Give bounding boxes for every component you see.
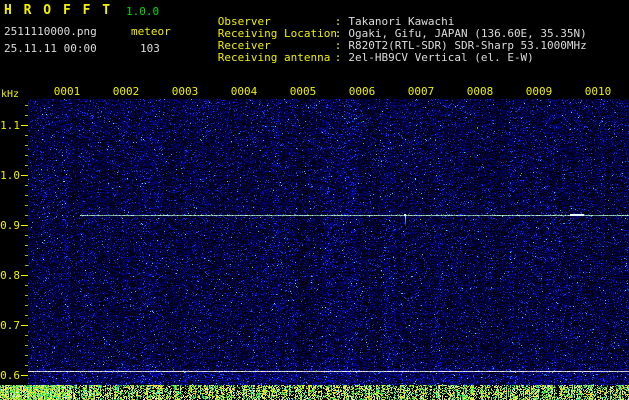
app-title: H R O F F T [4,3,113,18]
observation-datetime: 25.11.11 00:00 [4,42,97,55]
spectrogram-canvas [28,99,629,385]
info-value: 2el-HB9CV Vertical (el. E-W) [348,51,534,64]
info-label: Receiving antenna [217,51,331,64]
tick-mark [21,225,28,226]
y-tick-label: 0.7 [0,319,20,332]
y-axis-unit: kHz [1,89,20,100]
app-version: 1.0.0 [126,5,160,18]
x-tick-label: 0003 [171,85,199,98]
observer-info: Observer: Takanori Kawachi Receiving Loca… [178,4,587,64]
y-tick-label: 1.1 [0,119,20,132]
header-count: 103 [140,42,160,55]
x-tick-label: 0007 [407,85,435,98]
y-tick-label: 0.6 [0,369,20,382]
x-tick-label: 0001 [53,85,81,98]
y-tick-label: 0.8 [0,269,20,282]
signal-level-band-canvas [0,385,629,400]
tick-mark [21,125,28,126]
tick-mark [21,275,28,276]
x-tick-label: 0002 [112,85,140,98]
tick-mark [21,175,28,176]
observation-mode: meteor [131,25,171,38]
x-tick-label: 0008 [466,85,494,98]
tick-mark [21,375,28,376]
observer-row: Observer: Takanori Kawachi [178,4,587,28]
x-tick-label: 0005 [289,85,317,98]
x-tick-label: 0010 [584,85,612,98]
output-filename: 2511110000.png [4,25,97,38]
tick-mark [21,325,28,326]
x-tick-label: 0004 [230,85,258,98]
x-tick-label: 0006 [348,85,376,98]
x-tick-label: 0009 [525,85,553,98]
info-separator: : [334,51,342,64]
y-tick-label: 0.9 [0,219,20,232]
hrofft-window: H R O F F T 1.0.0 2511110000.png meteor … [0,0,629,400]
y-tick-label: 1.0 [0,169,20,182]
